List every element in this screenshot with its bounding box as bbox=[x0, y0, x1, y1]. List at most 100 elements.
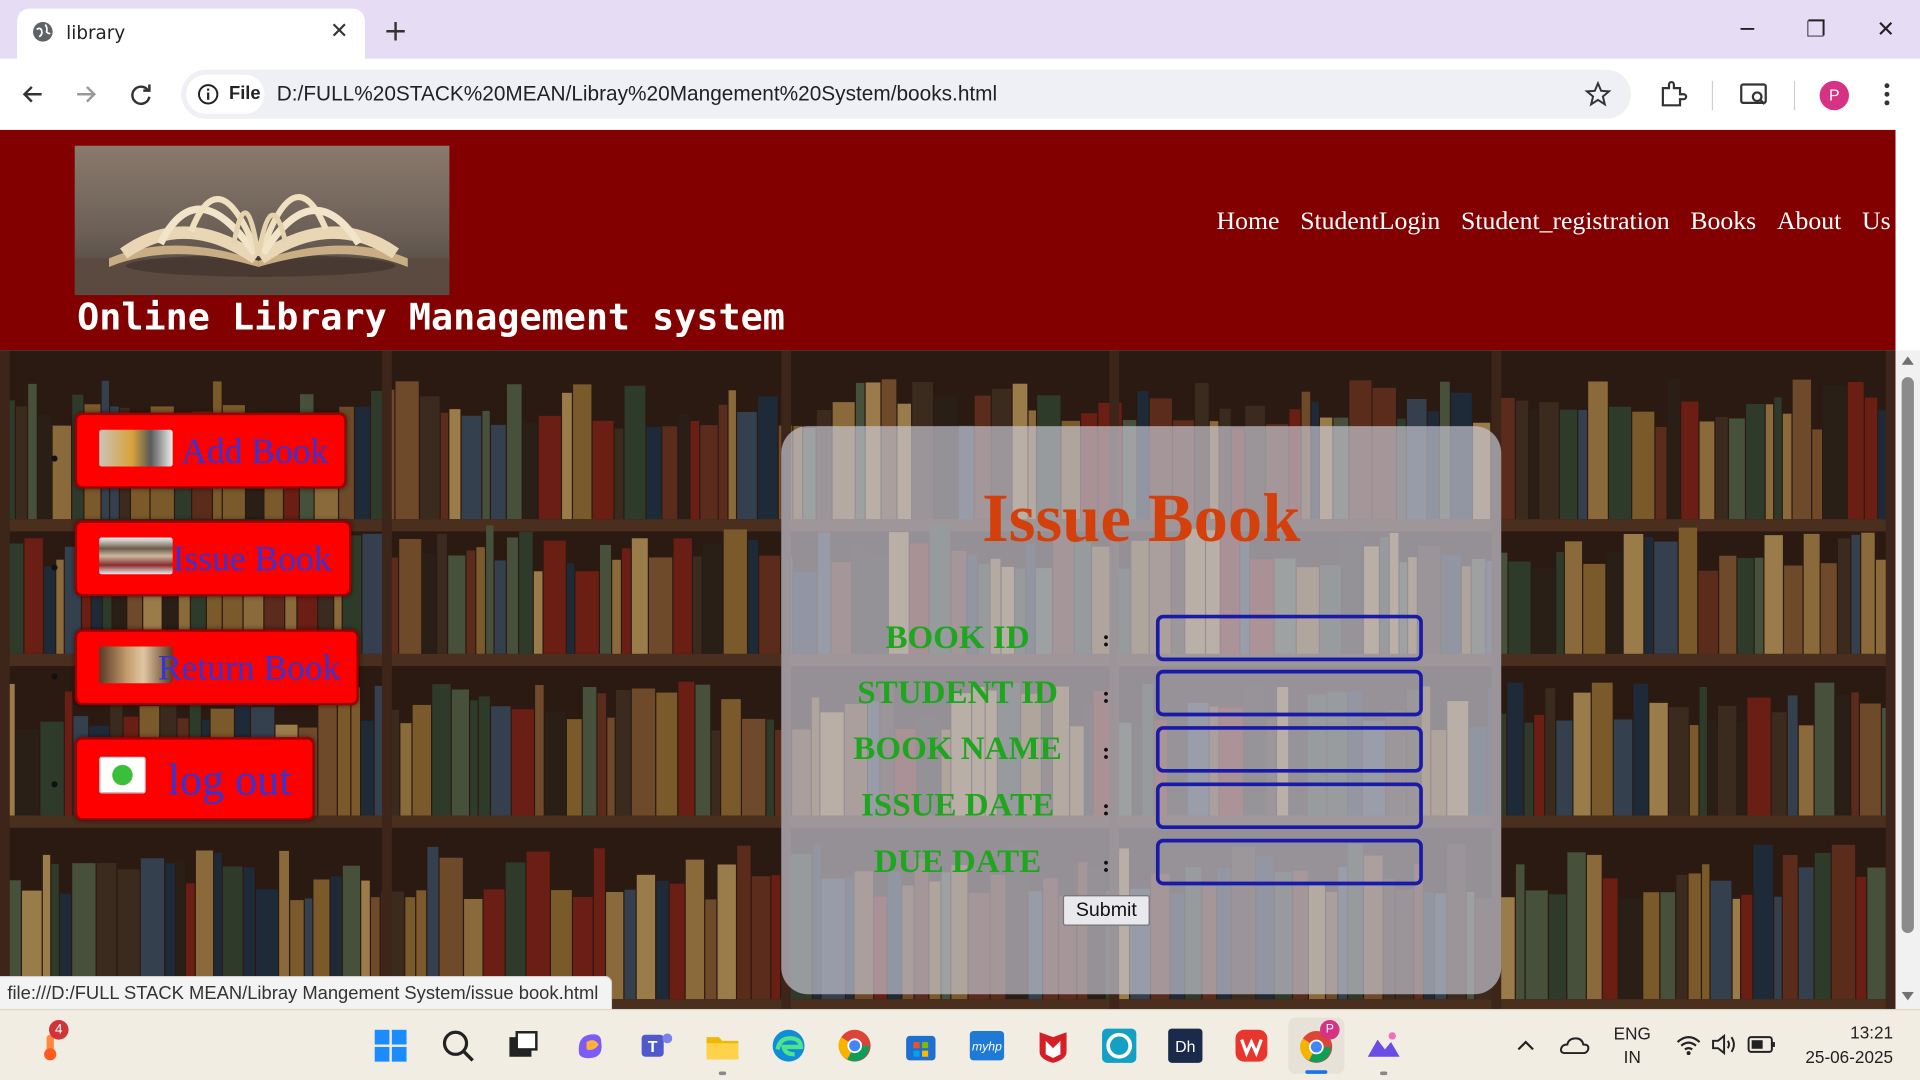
book-spine bbox=[1531, 567, 1556, 654]
photos-icon[interactable] bbox=[1363, 1025, 1405, 1067]
book-spine bbox=[1764, 535, 1783, 654]
weather-widget[interactable]: 4 bbox=[32, 1020, 69, 1064]
scrollbar-thumb[interactable] bbox=[1901, 377, 1914, 934]
logout-button[interactable]: log out bbox=[74, 737, 315, 821]
chrome-icon[interactable] bbox=[834, 1025, 876, 1067]
microsoft-store-icon[interactable] bbox=[900, 1025, 942, 1067]
wifi-icon[interactable] bbox=[1675, 1032, 1702, 1056]
clock-time[interactable]: 13:21 bbox=[1795, 1022, 1893, 1042]
add-book-button[interactable]: Add Book bbox=[74, 412, 347, 489]
myhp-icon[interactable]: myhp bbox=[966, 1025, 1008, 1067]
clock-date[interactable]: 25-06-2025 bbox=[1790, 1047, 1893, 1067]
browser-tab[interactable]: library ✕ bbox=[17, 8, 365, 61]
scroll-up-icon[interactable] bbox=[1901, 355, 1914, 365]
issue-book-button[interactable]: Issue Book bbox=[74, 520, 352, 597]
task-view-icon[interactable] bbox=[502, 1025, 544, 1067]
book-spine bbox=[1771, 712, 1787, 816]
book-spine bbox=[1515, 864, 1525, 1000]
alexa-icon[interactable] bbox=[1098, 1025, 1140, 1067]
file-explorer-icon[interactable] bbox=[702, 1025, 744, 1067]
book-spine bbox=[737, 412, 757, 520]
student-id-input[interactable] bbox=[1155, 669, 1423, 717]
book-spine bbox=[448, 555, 466, 654]
battery-icon[interactable] bbox=[1747, 1035, 1776, 1055]
onedrive-icon[interactable] bbox=[1559, 1031, 1591, 1060]
chrome-active-tile[interactable]: P bbox=[1288, 1017, 1345, 1074]
nav-student-registration[interactable]: Student_registration bbox=[1461, 206, 1670, 237]
main-nav: Home StudentLogin Student_registration B… bbox=[1217, 206, 1891, 237]
page-scrollbar[interactable] bbox=[1895, 350, 1920, 1009]
book-spine bbox=[1753, 844, 1774, 1000]
profile-avatar[interactable]: P bbox=[1819, 80, 1849, 111]
running-indicator bbox=[1380, 1071, 1388, 1076]
issue-date-input[interactable] bbox=[1155, 782, 1423, 829]
book-spine bbox=[1556, 551, 1564, 654]
book-spine bbox=[1864, 397, 1878, 520]
back-arrow-icon[interactable] bbox=[15, 76, 52, 113]
due-date-input[interactable] bbox=[1155, 838, 1423, 886]
cast-search-icon[interactable] bbox=[1735, 76, 1772, 113]
book-spine bbox=[391, 709, 400, 816]
site-info-chip[interactable]: File bbox=[186, 74, 265, 114]
return-book-button[interactable]: Return Book bbox=[74, 629, 359, 706]
book-spine bbox=[717, 864, 736, 1000]
extensions-icon[interactable] bbox=[1654, 76, 1691, 113]
nav-books[interactable]: Books bbox=[1690, 206, 1756, 237]
book-name-input[interactable] bbox=[1155, 726, 1423, 773]
nav-us[interactable]: Us bbox=[1862, 206, 1891, 237]
book-id-input[interactable] bbox=[1155, 614, 1423, 662]
running-indicator bbox=[718, 1071, 727, 1076]
svg-text:Dh: Dh bbox=[1175, 1039, 1195, 1056]
teams-icon[interactable]: T bbox=[636, 1025, 678, 1067]
book-spine bbox=[562, 392, 572, 520]
book-spine bbox=[1787, 695, 1798, 816]
book-spine bbox=[519, 531, 533, 654]
bookmark-star-icon[interactable] bbox=[1584, 80, 1612, 108]
close-tab-icon[interactable]: ✕ bbox=[326, 18, 353, 45]
book-spine bbox=[695, 684, 711, 816]
search-icon[interactable] bbox=[437, 1025, 479, 1067]
shelf-upright bbox=[1885, 350, 1896, 1009]
forward-arrow-icon[interactable] bbox=[67, 76, 104, 113]
book-spine bbox=[748, 539, 758, 654]
address-bar[interactable]: File D:/FULL%20STACK%20MEAN/Libray%20Man… bbox=[181, 69, 1632, 119]
nav-student-login[interactable]: StudentLogin bbox=[1300, 206, 1440, 237]
new-tab-button[interactable]: + bbox=[378, 13, 412, 47]
menu-kebab-icon[interactable] bbox=[1869, 76, 1906, 113]
book-spine bbox=[1678, 527, 1698, 654]
book-spine bbox=[1765, 404, 1774, 520]
book-spine bbox=[15, 406, 27, 520]
wps-office-icon[interactable] bbox=[1231, 1025, 1273, 1067]
submit-button[interactable]: Submit bbox=[1062, 895, 1150, 926]
dh-app-icon[interactable]: Dh bbox=[1164, 1025, 1206, 1067]
book-spine bbox=[1784, 565, 1803, 654]
field-colon: : bbox=[1102, 738, 1111, 766]
language-indicator-bottom[interactable]: IN bbox=[1608, 1047, 1657, 1067]
book-spine bbox=[656, 692, 678, 816]
close-window-icon[interactable]: ✕ bbox=[1861, 12, 1910, 49]
url-text[interactable]: D:/FULL%20STACK%20MEAN/Libray%20Mangemen… bbox=[277, 82, 997, 106]
edge-icon[interactable] bbox=[768, 1025, 810, 1067]
nav-home[interactable]: Home bbox=[1217, 206, 1280, 237]
restore-icon[interactable]: ❐ bbox=[1791, 12, 1840, 49]
mcafee-icon[interactable] bbox=[1032, 1025, 1074, 1067]
language-indicator-top[interactable]: ENG bbox=[1608, 1024, 1657, 1044]
book-spine bbox=[1560, 409, 1578, 520]
book-spine bbox=[1717, 705, 1737, 816]
volume-icon[interactable] bbox=[1711, 1032, 1738, 1056]
book-spine bbox=[449, 409, 461, 520]
scroll-down-icon[interactable] bbox=[1901, 991, 1914, 1002]
list-bullet bbox=[51, 564, 58, 571]
book-spine bbox=[624, 889, 636, 1000]
minimize-icon[interactable]: ─ bbox=[1723, 12, 1772, 49]
book-spine bbox=[742, 718, 766, 816]
reload-icon[interactable] bbox=[122, 76, 159, 113]
book-spine bbox=[718, 404, 728, 520]
copilot-icon[interactable] bbox=[569, 1025, 611, 1067]
book-spine bbox=[476, 547, 485, 654]
toolbar-divider bbox=[1711, 80, 1714, 111]
shelf-upright bbox=[382, 350, 392, 1009]
windows-start-icon[interactable] bbox=[370, 1025, 412, 1067]
nav-about[interactable]: About bbox=[1777, 206, 1841, 237]
chevron-up-icon[interactable] bbox=[1513, 1033, 1537, 1057]
